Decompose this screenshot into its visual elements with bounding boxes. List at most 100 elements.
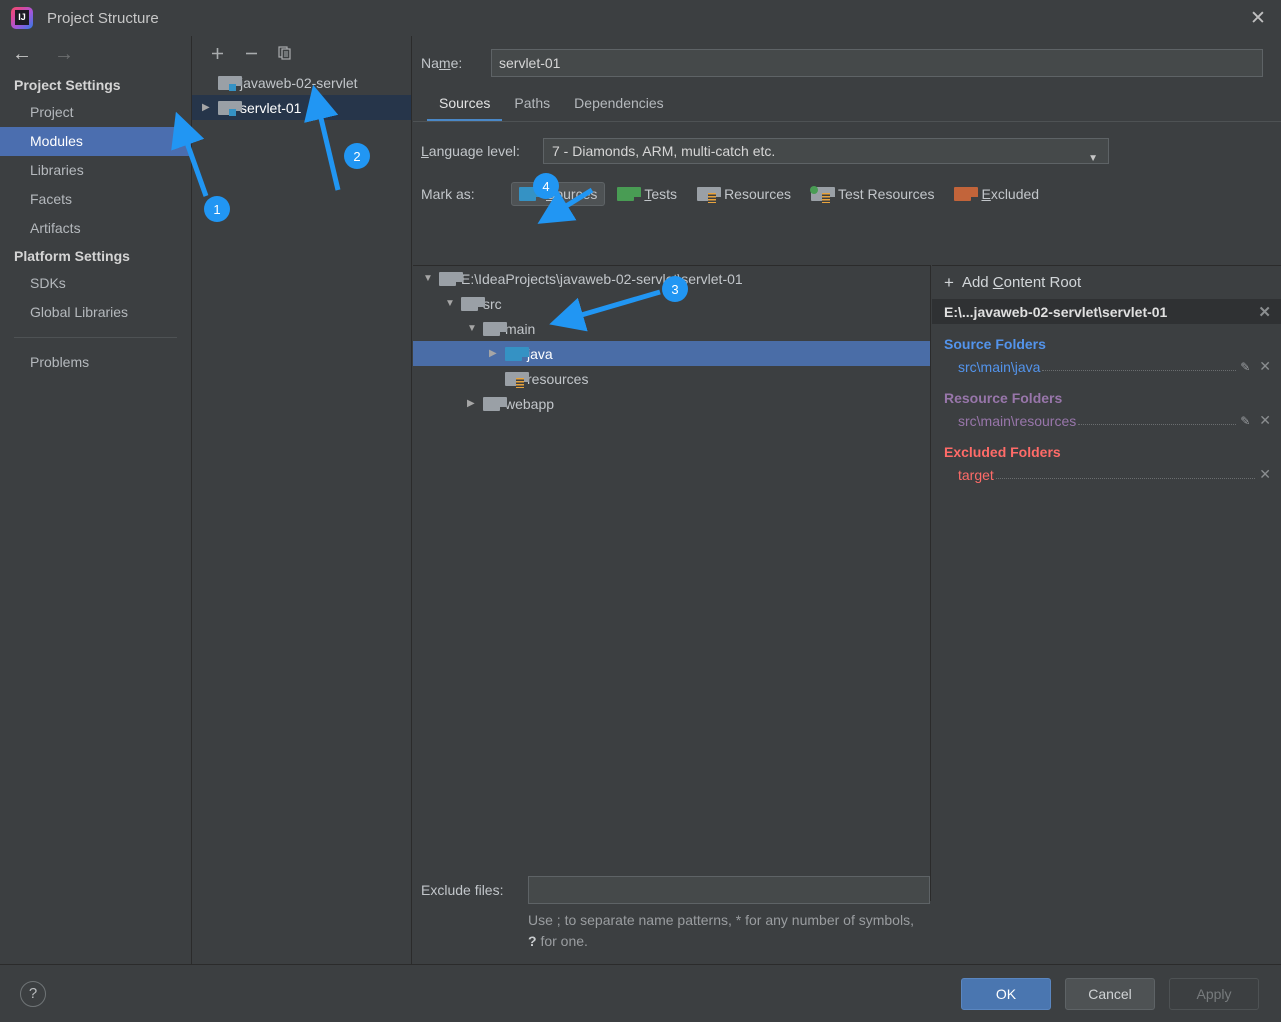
name-row: Name: [413, 36, 1281, 77]
plus-icon[interactable] [206, 42, 228, 64]
sidebar-item-libraries[interactable]: Libraries [0, 156, 191, 185]
back-arrow-icon[interactable]: ← [12, 44, 32, 64]
module-list-panel: ▶ javaweb-02-servlet ▶ servlet-01 [192, 36, 412, 964]
close-icon[interactable]: ✕ [1259, 466, 1271, 483]
plus-icon: + [944, 273, 954, 292]
tab-paths[interactable]: Paths [502, 95, 562, 121]
cancel-button[interactable]: Cancel [1065, 977, 1155, 1010]
language-level-value: 7 - Diamonds, ARM, multi-catch etc. [552, 143, 776, 159]
mark-as-label: Mark as: [421, 186, 475, 202]
tree-row-resources[interactable]: ▶ resources [413, 366, 930, 391]
chevron-right-icon[interactable]: ▶ [489, 348, 505, 359]
annotation-badge-3: 3 [662, 276, 688, 302]
module-folder-icon [218, 75, 242, 91]
tree-row-label: webapp [505, 395, 555, 412]
mark-as-resources-label: Resources [724, 186, 791, 202]
minus-icon[interactable] [240, 42, 262, 64]
sidebar-item-problems[interactable]: Problems [0, 348, 191, 377]
content-roots-panel: + Add Content Root E:\...javaweb-02-serv… [932, 265, 1281, 901]
mark-as-tests-button[interactable]: Tests [609, 182, 685, 206]
source-folder-path: src\main\java [958, 358, 1041, 375]
sidebar-item-sdks[interactable]: SDKs [0, 269, 191, 298]
footer-buttons: OK Cancel Apply [961, 977, 1259, 1010]
module-list-item-label: javaweb-02-servlet [240, 74, 358, 91]
resources-folder-icon [697, 187, 722, 203]
exclude-hint-part1: Use ; to separate name patterns, * for a… [528, 912, 914, 928]
resource-folder-path: src\main\resources [958, 412, 1077, 429]
exclude-files-area: Exclude files: Use ; to separate name pa… [413, 876, 931, 952]
annotation-badge-4: 4 [533, 173, 559, 199]
close-icon[interactable]: ✕ [1259, 358, 1271, 375]
content-root-tree: ▼ E:\IdeaProjects\javaweb-02-servlet\ser… [413, 265, 931, 901]
chevron-down-icon[interactable]: ▼ [467, 323, 483, 334]
dialog-footer: ? OK Cancel Apply [0, 964, 1281, 1022]
grey-folder-icon [439, 271, 463, 286]
content-root-header: E:\...javaweb-02-servlet\servlet-01 ✕ [932, 299, 1281, 324]
copy-icon[interactable] [274, 42, 296, 64]
mark-as-test-resources-button[interactable]: Test Resources [803, 182, 942, 206]
exclude-hint-bold: ? [528, 933, 537, 949]
apply-button[interactable]: Apply [1169, 977, 1259, 1010]
language-level-select[interactable]: 7 - Diamonds, ARM, multi-catch etc. ▼ [543, 138, 1109, 164]
exclude-files-input[interactable] [528, 876, 930, 904]
language-level-row: Language level: 7 - Diamonds, ARM, multi… [413, 122, 1281, 164]
add-content-root-button[interactable]: + Add Content Root [932, 266, 1281, 299]
tab-sources[interactable]: Sources [427, 95, 503, 121]
sidebar-item-facets[interactable]: Facets [0, 185, 191, 214]
sidebar-item-project[interactable]: Project [0, 98, 191, 127]
mark-as-resources-button[interactable]: Resources [689, 182, 799, 206]
content-root-path: E:\...javaweb-02-servlet\servlet-01 [944, 303, 1168, 320]
ok-button[interactable]: OK [961, 977, 1051, 1010]
pencil-icon[interactable]: ✎ [1240, 414, 1250, 428]
help-button[interactable]: ? [20, 980, 46, 1007]
forward-arrow-icon[interactable]: → [54, 44, 74, 64]
sidebar-nav-row: ← → [0, 36, 191, 72]
close-icon[interactable]: ✕ [1235, 0, 1281, 36]
chevron-down-icon[interactable]: ▼ [445, 298, 461, 309]
tree-row-label: src [483, 295, 502, 312]
tree-row-webapp[interactable]: ▶ webapp [413, 391, 930, 416]
close-icon[interactable]: ✕ [1258, 303, 1271, 321]
resource-folder-row[interactable]: src\main\resources ✎ ✕ [944, 409, 1281, 432]
module-list-toolbar [192, 36, 411, 70]
mark-as-tests-label: Tests [644, 186, 678, 202]
chevron-right-icon[interactable]: ▶ [202, 102, 218, 113]
sidebar-item-global-libraries[interactable]: Global Libraries [0, 298, 191, 327]
tree-row[interactable]: ▼ main [413, 316, 930, 341]
sidebar-group-title-project-settings: Project Settings [14, 77, 121, 93]
settings-sidebar: ← → Project Settings Project Modules Lib… [0, 36, 192, 964]
tab-dependencies[interactable]: Dependencies [562, 95, 676, 121]
sidebar-item-modules[interactable]: Modules [0, 127, 191, 156]
project-structure-dialog: Project Structure ✕ ← → Project Settings… [0, 0, 1281, 1022]
chevron-right-icon[interactable]: ▶ [467, 398, 483, 409]
intellij-idea-logo [11, 7, 33, 29]
excluded-folders-group: Excluded Folders target ✕ [932, 432, 1281, 486]
resources-folder-icon [505, 371, 529, 388]
mark-as-test-resources-label: Test Resources [837, 186, 935, 202]
chevron-down-icon[interactable]: ▼ [423, 273, 439, 284]
chevron-down-icon: ▼ [1088, 153, 1098, 164]
excluded-folder-row[interactable]: target ✕ [944, 463, 1281, 486]
blue-source-folder-icon [505, 346, 529, 361]
tree-row-java[interactable]: ▶ java [413, 341, 930, 366]
pencil-icon[interactable]: ✎ [1240, 360, 1250, 374]
module-list-item-javaweb-02-servlet[interactable]: ▶ javaweb-02-servlet [192, 70, 411, 95]
mark-as-excluded-button[interactable]: Excluded [946, 182, 1047, 206]
test-resources-folder-icon [809, 186, 835, 203]
exclude-files-hint: Use ; to separate name patterns, * for a… [528, 910, 923, 952]
dotted-leader [1078, 413, 1237, 425]
module-list-item-servlet-01[interactable]: ▶ servlet-01 [192, 95, 411, 120]
excluded-folder-icon [954, 187, 979, 201]
tree-row-label: java [527, 345, 553, 362]
dotted-leader [1042, 359, 1237, 371]
sidebar-item-artifacts[interactable]: Artifacts [0, 214, 191, 243]
resource-folders-title: Resource Folders [944, 390, 1063, 406]
exclude-files-row: Exclude files: [413, 876, 931, 904]
exclude-files-label: Exclude files: [421, 882, 504, 898]
name-input[interactable] [491, 49, 1263, 77]
close-icon[interactable]: ✕ [1259, 412, 1271, 429]
source-folder-row[interactable]: src\main\java ✎ ✕ [944, 355, 1281, 378]
language-level-label: Language level: [421, 143, 520, 159]
tests-folder-icon [617, 187, 642, 201]
module-tabs: Sources Paths Dependencies [427, 91, 1281, 121]
